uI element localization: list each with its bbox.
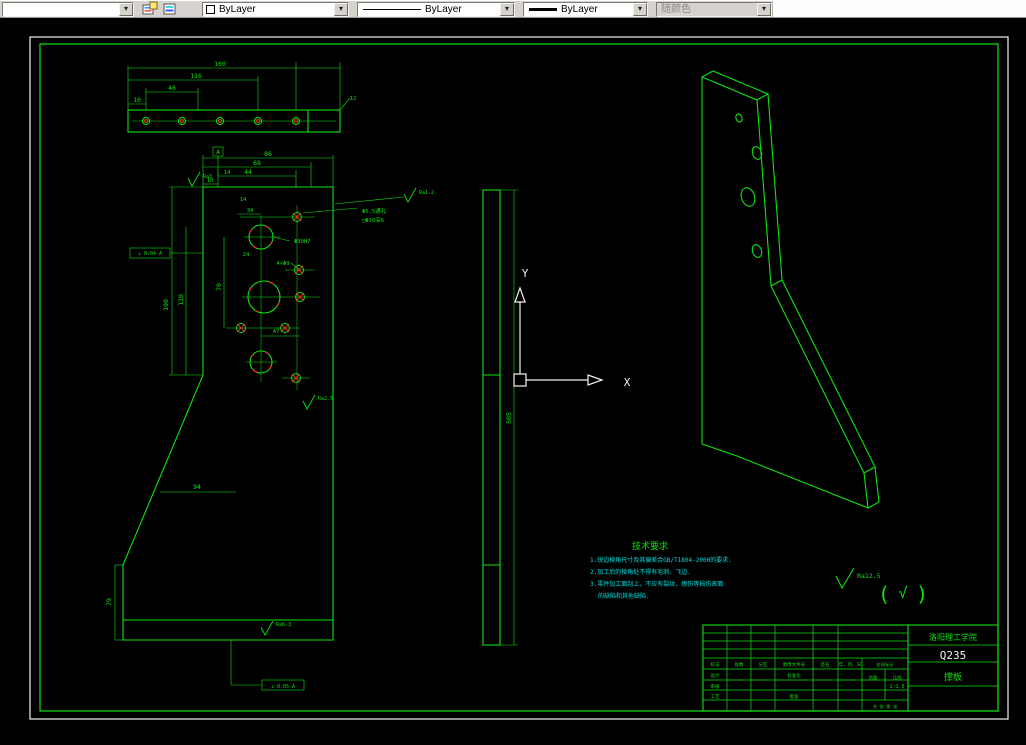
lineweight-combo-arrow-icon[interactable] xyxy=(633,2,647,16)
tb-jieduan: 阶段标记 xyxy=(877,661,895,668)
dim-160: 160 xyxy=(214,60,226,68)
dim-12: 12 xyxy=(350,96,357,102)
roughness-paren-open: ( xyxy=(878,582,890,606)
dim-190: 190 xyxy=(162,299,170,311)
ra6-3-label: Ra6.3 xyxy=(276,622,291,628)
tech-title: 技术要求 xyxy=(632,540,668,552)
border-frame xyxy=(29,36,1009,720)
dim-70: 70 xyxy=(215,283,223,291)
large-holes xyxy=(247,224,281,374)
ucs-icon xyxy=(513,286,604,387)
dim-47: 47 xyxy=(273,329,280,335)
ucs-y-label: Y xyxy=(522,267,529,280)
roughness-value: Ra12.5 xyxy=(857,572,881,580)
fcf-top: ⊥ 0.04 A xyxy=(138,251,162,257)
ra2-5-label: Ra2.5 xyxy=(318,396,333,402)
text-layer: 1601164610 128668441410ARa3Ra1.2Φ5.5通孔□Φ1… xyxy=(105,60,977,710)
dim-46: 46 xyxy=(168,84,176,92)
dim-44: 44 xyxy=(244,168,252,176)
hole-note-line2: □Φ10深6 xyxy=(362,216,384,224)
layer-properties-icon[interactable] xyxy=(140,1,160,17)
roughness-check: √ xyxy=(898,584,907,602)
properties-toolbar: ByLayer ByLayer ByLayer 随颜色 xyxy=(0,0,1026,18)
fcf-bottom: ⊥ 0.05 A xyxy=(271,684,295,690)
linetype-sample-icon xyxy=(363,8,421,10)
roughness-paren-close: ) xyxy=(916,582,928,606)
top-view xyxy=(127,62,351,133)
tech-line-2: 2.加工后的棱角处不得有毛刺、飞边. xyxy=(590,568,691,576)
lineweight-combo-value: ByLayer xyxy=(561,3,598,15)
lineweight-sample-icon xyxy=(529,7,557,11)
tb-material: Q235 xyxy=(940,649,967,662)
dim-505: 505 xyxy=(505,412,513,424)
tb-biaozhunhua: 标准化 xyxy=(787,672,801,679)
tb-fenqu: 分区 xyxy=(759,661,768,668)
lineweight-combo[interactable]: ByLayer xyxy=(523,1,648,17)
tb-sheji: 设计 xyxy=(711,672,720,679)
tb-bili: 比例 xyxy=(893,674,901,681)
dim-110: 110 xyxy=(177,294,185,306)
tb-gongyi: 工艺 xyxy=(711,694,720,700)
front-view xyxy=(114,146,417,691)
bylayer-color-swatch-icon xyxy=(206,4,215,14)
linetype-combo-value: ByLayer xyxy=(425,3,462,15)
dim-68: 68 xyxy=(253,159,261,167)
dim-14-hole: 14 xyxy=(240,197,247,203)
application-window: ByLayer ByLayer ByLayer 随颜色 xyxy=(0,0,1026,745)
plotstyle-combo-value: 随颜色 xyxy=(661,3,691,15)
isometric-holes xyxy=(735,113,763,258)
layer-combo[interactable] xyxy=(2,1,134,17)
tech-line-1: 1.锐边棱角尺寸及其偏差合GB/T1804-2000的要求. xyxy=(590,556,732,564)
tb-zhiliang: 质量 xyxy=(869,674,877,681)
tb-shenhe: 审核 xyxy=(711,683,720,690)
roughness-note xyxy=(835,567,855,590)
ucs-x-label: X xyxy=(624,376,631,389)
make-layer-current-icon[interactable] xyxy=(160,1,180,17)
color-combo[interactable]: ByLayer xyxy=(202,1,349,17)
dim-116: 116 xyxy=(190,72,202,80)
dim-94: 94 xyxy=(193,483,201,491)
linetype-combo[interactable]: ByLayer xyxy=(357,1,515,17)
dim-14-top: 14 xyxy=(224,170,231,176)
dim-34: 34 xyxy=(247,208,254,214)
color-combo-arrow-icon[interactable] xyxy=(334,2,348,16)
dim-10-top: 10 xyxy=(133,96,141,104)
tb-school: 洛阳理工学院 xyxy=(929,632,977,642)
hole-note-line1: Φ5.5通孔 xyxy=(362,207,387,215)
color-combo-value: ByLayer xyxy=(219,3,256,15)
dim-79: 79 xyxy=(105,598,113,606)
tb-biaoji: 标记 xyxy=(711,661,720,668)
plotstyle-combo: 随颜色 xyxy=(656,1,772,17)
plotstyle-combo-arrow-icon xyxy=(757,2,771,16)
ra1-2-label: Ra1.2 xyxy=(419,190,434,196)
tb-scale: 1:1.5 xyxy=(889,684,904,690)
dim-24: 24 xyxy=(243,252,250,258)
drawing-canvas[interactable]: 1601164610 128668441410ARa3Ra1.2Φ5.5通孔□Φ1… xyxy=(0,0,1026,745)
isometric-view xyxy=(701,70,880,509)
ra3-label: Ra3 xyxy=(203,174,212,180)
tb-part-name: 撑板 xyxy=(944,671,962,683)
label-4xphi9: 4×Φ9 xyxy=(276,261,289,267)
datum-a-label: A xyxy=(216,149,220,156)
tb-genggai: 更改文件号 xyxy=(783,661,806,668)
dim-86: 86 xyxy=(264,150,272,158)
tb-nianyueri: 年、月、日 xyxy=(839,661,862,668)
tech-line-3: 3.零件加工面刮上，不应有裂纹、擦伤等损伤表面 xyxy=(590,580,723,588)
tb-qianming: 签名 xyxy=(821,661,830,668)
toolbar-filler xyxy=(772,1,1026,17)
tech-line-4: 的缺陷和其他缺陷. xyxy=(598,592,650,600)
tb-chushu: 处数 xyxy=(735,661,744,668)
linetype-combo-arrow-icon[interactable] xyxy=(500,2,514,16)
label-phi30: Φ30H7 xyxy=(294,239,311,245)
tb-pizhun: 批准 xyxy=(790,693,799,700)
layer-combo-arrow-icon[interactable] xyxy=(119,2,133,16)
tb-sheets: 共 张 第 张 xyxy=(873,703,898,710)
front-view-dimensions xyxy=(114,146,417,691)
